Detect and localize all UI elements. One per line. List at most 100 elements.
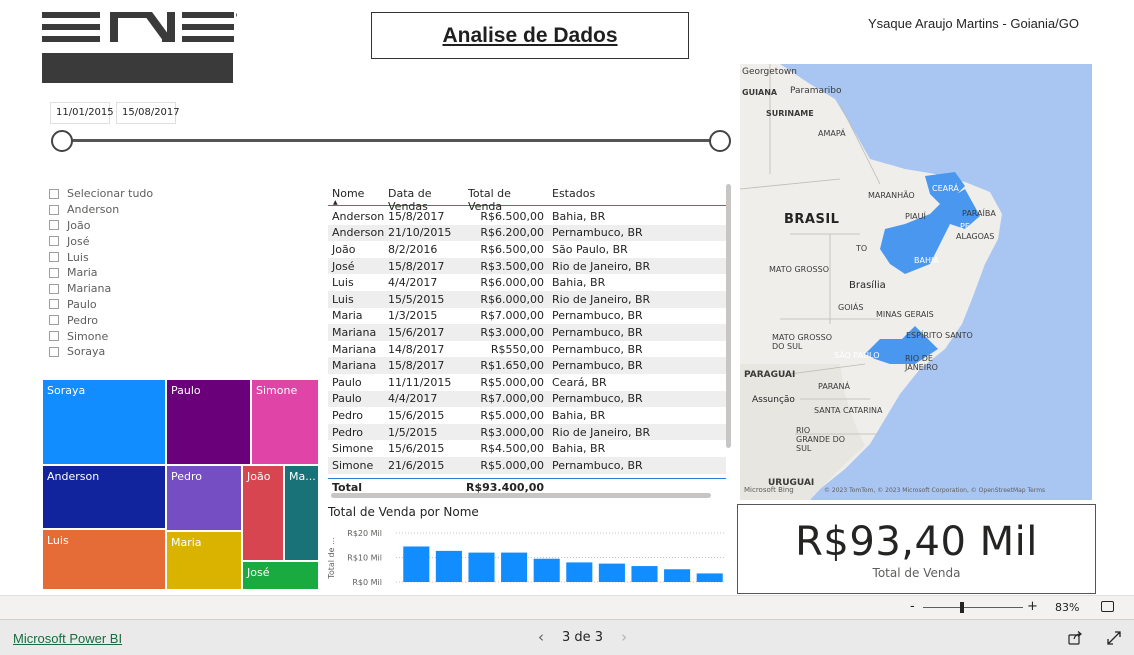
map-label-piaui: PIAUÍ <box>905 212 926 221</box>
checkbox[interactable] <box>49 252 59 263</box>
checkbox[interactable] <box>49 315 59 326</box>
treemap-cell[interactable]: João <box>242 465 284 561</box>
table-cell: 14/8/2017 <box>388 342 445 356</box>
chart-bar[interactable] <box>598 563 625 582</box>
treemap-cell[interactable]: Pedro <box>166 465 242 531</box>
filter-item[interactable]: Simone <box>49 328 209 344</box>
table-row[interactable]: Mariana 15/8/2017 R$1.650,00 Pernambuco, BR <box>328 357 726 374</box>
total-value: R$93.400,00 <box>466 480 545 494</box>
filter-item[interactable]: Selecionar tudo <box>49 186 209 202</box>
table-cell: José <box>332 259 355 273</box>
map-brand: Microsoft Bing <box>744 486 794 494</box>
chart-bar[interactable] <box>566 562 593 582</box>
zoom-slider-track[interactable] <box>923 607 1023 608</box>
filter-item[interactable]: Paulo <box>49 297 209 313</box>
filter-item[interactable]: Anderson <box>49 202 209 218</box>
treemap-cell[interactable]: José <box>242 561 319 590</box>
table-row[interactable]: Anderson 21/10/2015 R$6.200,00 Pernambuco, … <box>328 224 726 242</box>
checkbox[interactable] <box>49 204 59 215</box>
checkbox[interactable] <box>49 346 59 357</box>
report-title: Analise de Dados <box>442 23 618 47</box>
zoom-slider-thumb[interactable] <box>960 602 964 613</box>
checkbox[interactable] <box>49 267 59 278</box>
brazil-map[interactable]: Georgetown GUIANA Paramaribo SURINAME AM… <box>740 64 1092 500</box>
chart-bar[interactable] <box>468 552 495 582</box>
table-row[interactable]: José 15/8/2017 R$3.500,00 Rio de Janeiro, B… <box>328 257 726 275</box>
table-row[interactable]: Paulo 4/4/2017 R$7.000,00 Pernambuco, BR <box>328 390 726 408</box>
table-cell: Rio de Janeiro, BR <box>552 259 651 273</box>
filter-item[interactable]: José <box>49 233 209 249</box>
date-start-input[interactable]: 11/01/2015 <box>50 102 114 124</box>
prev-page-button[interactable]: ‹ <box>538 628 544 646</box>
fit-to-page-icon[interactable] <box>1101 601 1114 612</box>
map-shapes <box>740 64 1002 500</box>
date-slider-end-handle[interactable] <box>709 130 731 152</box>
treemap-cell[interactable]: Paulo <box>166 379 251 465</box>
treemap-cell[interactable]: Luis <box>42 529 166 590</box>
zoom-out-button[interactable]: - <box>910 599 915 614</box>
map-label-rs: RIO GRANDE DO SUL <box>796 426 846 453</box>
chart-bar[interactable] <box>696 573 723 582</box>
table-row[interactable]: Mariana 15/6/2017 R$3.000,00 Pernambuco, BR <box>328 324 726 341</box>
table-row[interactable]: Pedro 15/6/2015 R$5.000,00 Bahia, BR <box>328 407 726 424</box>
chart-bar[interactable] <box>533 558 560 582</box>
date-slider-start-handle[interactable] <box>51 130 73 152</box>
table-cell: Luis <box>332 276 354 290</box>
date-slider-track[interactable] <box>62 139 720 142</box>
table-cell: 1/5/2015 <box>388 425 438 439</box>
table-cell: Mariana <box>332 359 377 373</box>
filter-item-label: Soraya <box>67 345 106 359</box>
chart-bar[interactable] <box>664 569 691 582</box>
table-row[interactable]: Pedro 1/5/2015 R$3.000,00 Rio de Janeiro, B… <box>328 423 726 441</box>
map-credit[interactable]: © 2023 TomTom, © 2023 Microsoft Corporat… <box>824 487 1045 494</box>
table-cell: Pedro <box>332 425 364 439</box>
map-label-georgetown: Georgetown <box>742 67 797 77</box>
checkbox[interactable] <box>49 331 59 342</box>
table-row[interactable]: Simone 21/6/2015 R$5.000,00 Pernambuco, BR <box>328 456 726 474</box>
table-vertical-scrollbar[interactable] <box>726 184 731 448</box>
share-icon[interactable] <box>1067 630 1083 646</box>
chart-bar[interactable] <box>435 550 462 582</box>
filter-item[interactable]: Luis <box>49 249 209 265</box>
table-row[interactable]: Maria 1/3/2015 R$7.000,00 Pernambuco, BR <box>328 308 726 325</box>
table-row[interactable]: Simone 15/6/2015 R$4.500,00 Bahia, BR <box>328 440 726 457</box>
table-cell: R$5.000,00 <box>480 458 544 472</box>
power-bi-link[interactable]: Microsoft Power BI <box>13 631 122 646</box>
date-end-input[interactable]: 15/08/2017 <box>116 102 180 124</box>
table-cell: Pernambuco, BR <box>552 325 643 339</box>
filter-item[interactable]: Mariana <box>49 281 209 297</box>
chart-bar[interactable] <box>403 546 430 582</box>
filter-item[interactable]: João <box>49 218 209 234</box>
filter-item[interactable]: Soraya <box>49 344 209 360</box>
checkbox[interactable] <box>49 188 59 199</box>
table-header: Nome Data de Vendas Total de Venda Estad… <box>328 182 726 213</box>
treemap-cell[interactable]: Soraya <box>42 379 166 465</box>
table-row[interactable]: João 8/2/2016 R$6.500,00 São Paulo, BR <box>328 241 726 258</box>
col-header-estados[interactable]: Estados <box>548 187 726 205</box>
zoom-in-button[interactable]: + <box>1027 599 1038 614</box>
table-horizontal-scrollbar[interactable] <box>331 493 711 498</box>
filter-item[interactable]: Maria <box>49 265 209 281</box>
treemap-cell[interactable]: Simone <box>251 379 319 465</box>
filter-item[interactable]: Pedro <box>49 312 209 328</box>
treemap-cell[interactable]: Maria <box>166 531 242 590</box>
checkbox[interactable] <box>49 283 59 294</box>
map-label-amapa: AMAPÁ <box>818 129 846 138</box>
table-row[interactable]: Mariana 14/8/2017 R$550,00 Pernambuco, BR <box>328 341 726 358</box>
checkbox[interactable] <box>49 299 59 310</box>
checkbox[interactable] <box>49 220 59 231</box>
fullscreen-icon[interactable] <box>1106 630 1122 646</box>
table-row[interactable]: Paulo 11/11/2015 R$5.000,00 Ceará, BR <box>328 374 726 391</box>
col-header-data[interactable]: Data de Vendas <box>384 187 466 213</box>
table-row[interactable]: Luis 4/4/2017 R$6.000,00 Bahia, BR <box>328 274 726 291</box>
col-header-total[interactable]: Total de Venda <box>466 187 548 213</box>
checkbox[interactable] <box>49 236 59 247</box>
chart-bar[interactable] <box>501 552 528 582</box>
table-cell: Bahia, BR <box>552 408 606 422</box>
treemap-cell[interactable]: Ma... <box>284 465 319 561</box>
table-row[interactable]: Luis 15/5/2015 R$6.000,00 Rio de Janeiro, B… <box>328 290 726 308</box>
next-page-button[interactable]: › <box>621 628 627 646</box>
chart-bar[interactable] <box>631 566 658 582</box>
treemap-cell[interactable]: Anderson <box>42 465 166 529</box>
filter-item-label: Mariana <box>67 282 112 296</box>
